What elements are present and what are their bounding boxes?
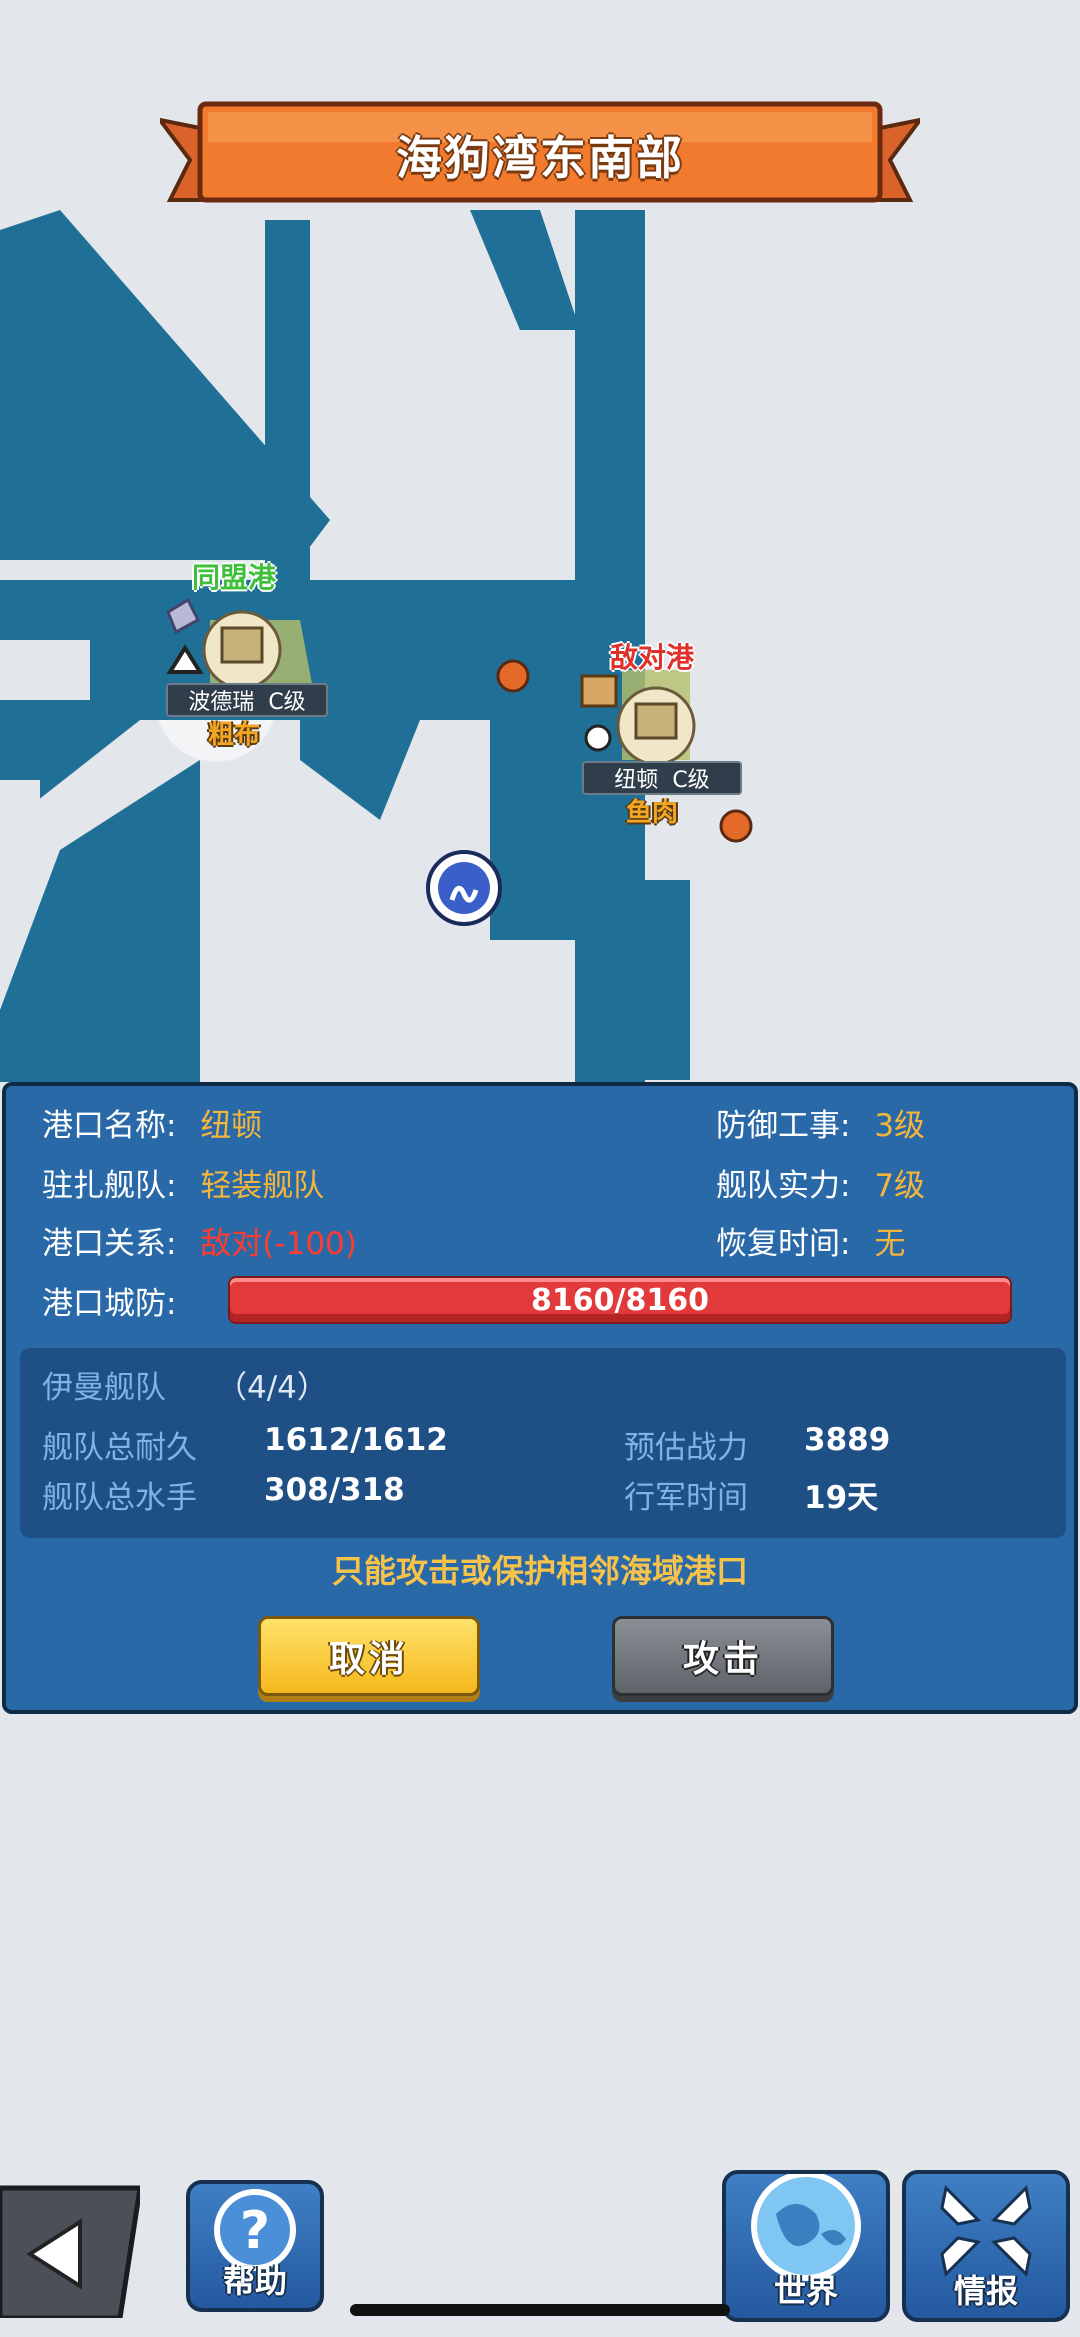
sailors-label: 舰队总水手 — [42, 1480, 197, 1516]
help-label: 帮助 — [222, 2262, 287, 2300]
cancel-button[interactable]: 取消 — [258, 1616, 480, 1696]
port-name-value: 纽顿 — [200, 1108, 263, 1144]
enemy-port-grade: C级 — [672, 768, 710, 793]
attack-button[interactable]: 攻击 — [612, 1616, 834, 1696]
strength-row: 舰队实力: 7级 — [716, 1160, 925, 1205]
relation-label: 港口关系: — [42, 1226, 177, 1262]
relation-value: 敌对(-100) — [200, 1226, 357, 1262]
event-marker — [496, 659, 530, 693]
ally-port-name: 波德瑞 — [188, 690, 255, 715]
defense-label: 港口城防: — [42, 1286, 177, 1322]
recover-row: 恢复时间: 无 — [716, 1218, 905, 1263]
event-marker — [719, 809, 753, 843]
attack-notice: 只能攻击或保护相邻海域港口 — [331, 1552, 748, 1590]
world-button[interactable]: 世界 — [722, 2170, 890, 2322]
power-label: 预估战力 — [624, 1430, 748, 1466]
player-fleet-panel: 伊曼舰队 （4/4） 舰队总耐久 1612/1612 舰队总水手 308/318… — [20, 1348, 1066, 1538]
home-indicator[interactable] — [350, 2304, 730, 2316]
back-button[interactable] — [0, 2178, 140, 2318]
enemy-port-tag: 敌对港 — [610, 641, 695, 674]
sailors-value: 308/318 — [264, 1472, 405, 1508]
garrison-label: 驻扎舰队: — [42, 1168, 177, 1204]
durability-label: 舰队总耐久 — [42, 1430, 197, 1466]
fleet-count: （4/4） — [216, 1370, 328, 1406]
fort-label: 防御工事: — [716, 1108, 851, 1144]
info-label: 情报 — [953, 2272, 1018, 2310]
fleet-name: 伊曼舰队 — [42, 1370, 166, 1406]
help-button[interactable]: ? 帮助 — [186, 2180, 324, 2312]
enemy-port-namebar[interactable]: 纽顿 C级 — [582, 761, 742, 795]
port-name-row: 港口名称: 纽顿 — [42, 1100, 262, 1145]
enemy-port-name: 纽顿 — [614, 768, 659, 793]
march-value: 19天 — [804, 1480, 879, 1516]
defense-hp-bar: 8160/8160 — [228, 1276, 1012, 1324]
region-banner: 海狗湾东南部 — [160, 100, 920, 210]
port-name-label: 港口名称: — [42, 1108, 177, 1144]
ally-port-namebar[interactable]: 波德瑞 C级 — [166, 683, 328, 717]
recover-value: 无 — [874, 1226, 906, 1262]
region-title: 海狗湾东南部 — [396, 131, 684, 185]
strength-value: 7级 — [874, 1168, 926, 1204]
ally-port-resource: 粗布 — [208, 720, 261, 750]
power-value: 3889 — [804, 1422, 891, 1458]
info-button[interactable]: 情报 — [902, 2170, 1070, 2322]
world-label: 世界 — [773, 2272, 838, 2310]
fort-row: 防御工事: 3级 — [716, 1100, 925, 1145]
durability-value: 1612/1612 — [264, 1422, 448, 1458]
svg-text:?: ? — [240, 2201, 270, 2261]
fleet-row: 驻扎舰队: 轻装舰队 — [42, 1160, 324, 1205]
port-info-panel: 港口名称: 纽顿 驻扎舰队: 轻装舰队 港口关系: 敌对(-100) 港口城防:… — [2, 1082, 1078, 1714]
enemy-port-resource: 鱼肉 — [626, 798, 679, 828]
strength-label: 舰队实力: — [716, 1168, 851, 1204]
march-label: 行军时间 — [624, 1480, 748, 1516]
ally-port-grade: C级 — [268, 690, 306, 715]
relation-row: 港口关系: 敌对(-100) — [42, 1218, 357, 1263]
ally-port-tag: 同盟港 — [192, 561, 277, 594]
recover-label: 恢复时间: — [716, 1226, 851, 1262]
fort-value: 3级 — [874, 1108, 926, 1144]
garrison-value: 轻装舰队 — [200, 1168, 325, 1204]
